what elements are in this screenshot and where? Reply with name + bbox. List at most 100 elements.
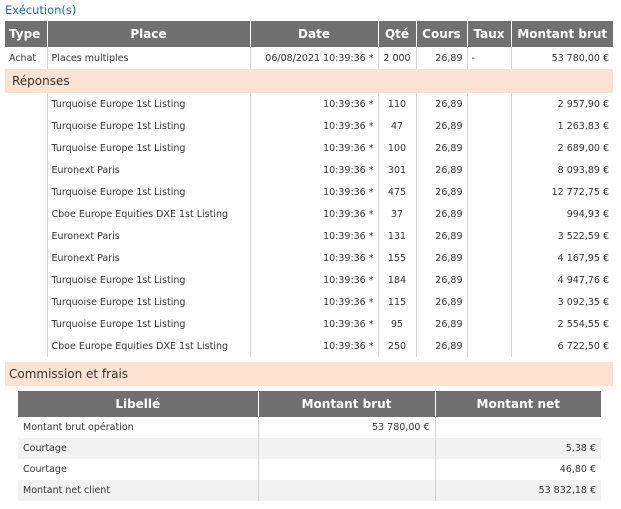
cell-place: Places multiples [46, 47, 250, 69]
cell-place: Turquoise Europe 1st Listing [46, 269, 250, 291]
cell-place: Turquoise Europe 1st Listing [46, 181, 250, 203]
cell-amount: 2 957,90 € [510, 93, 613, 115]
fees-cell-net: 46,80 € [434, 459, 601, 480]
fees-cell-net [434, 417, 601, 438]
fees-col-header-gross: Montant brut [258, 391, 436, 417]
cell-qty: 131 [377, 225, 416, 247]
cell-type [5, 313, 47, 335]
fees-cell-net: 53 832,18 € [434, 480, 601, 501]
responses-section-row: Réponses [5, 69, 613, 93]
response-row: Cboe Europe Equities DXE 1st Listing 10:3… [5, 335, 613, 357]
cell-price: 26,89 [415, 247, 467, 269]
cell-place: Turquoise Europe 1st Listing [46, 291, 250, 313]
cell-time: 10:39:36 * [249, 335, 378, 357]
cell-amount: 12 772,75 € [510, 181, 613, 203]
fees-cell-gross: 53 780,00 € [257, 417, 435, 438]
col-header-rate[interactable]: Taux [467, 21, 512, 47]
cell-amount: 3 092,35 € [510, 291, 613, 313]
cell-time: 10:39:36 * [249, 247, 378, 269]
cell-type [5, 225, 47, 247]
cell-qty: 95 [377, 313, 416, 335]
cell-rate [466, 247, 511, 269]
cell-time: 10:39:36 * [249, 225, 378, 247]
execution-table: Type Place Date Qté Cours Taux Montant b… [5, 21, 613, 357]
cell-type [5, 247, 47, 269]
fees-cell-gross [257, 459, 435, 480]
col-header-price[interactable]: Cours [416, 21, 468, 47]
col-header-date[interactable]: Date [250, 21, 379, 47]
response-row: Euronext Paris 10:39:36 * 155 26,89 4 167,95… [5, 247, 613, 269]
fees-row: Montant brut opération 53 780,00 € [18, 417, 601, 438]
cell-time: 10:39:36 * [249, 181, 378, 203]
cell-type [5, 269, 47, 291]
col-header-gross-amount[interactable]: Montant brut [511, 21, 613, 47]
cell-amount: 3 522,59 € [510, 225, 613, 247]
cell-time: 10:39:36 * [249, 313, 378, 335]
fees-cell-gross [257, 438, 435, 459]
cell-time: 10:39:36 * [249, 203, 378, 225]
cell-qty: 2 000 [377, 47, 416, 69]
cell-amount: 4 167,95 € [510, 247, 613, 269]
cell-time: 10:39:36 * [249, 159, 378, 181]
cell-rate [466, 291, 511, 313]
cell-place: Turquoise Europe 1st Listing [46, 313, 250, 335]
cell-price: 26,89 [415, 181, 467, 203]
fees-cell-label: Montant brut opération [23, 422, 134, 433]
response-row: Turquoise Europe 1st Listing 10:39:36 * 11… [5, 291, 613, 313]
cell-place: Turquoise Europe 1st Listing [46, 137, 250, 159]
fees-cell-gross [257, 480, 435, 501]
cell-price: 26,89 [415, 313, 467, 335]
fees-row: Montant net client 53 832,18 € [18, 480, 601, 501]
cell-price: 26,89 [415, 47, 467, 69]
execution-table-header: Type Place Date Qté Cours Taux Montant b… [5, 21, 613, 47]
cell-qty: 155 [377, 247, 416, 269]
cell-qty: 250 [377, 335, 416, 357]
fees-section-band: Commission et frais [5, 362, 613, 386]
cell-amount: 2 689,00 € [510, 137, 613, 159]
fees-cell-label: Montant net client [18, 480, 258, 501]
cell-price: 26,89 [415, 291, 467, 313]
cell-rate [466, 203, 511, 225]
fees-cell-net: 5,38 € [434, 438, 601, 459]
cell-time: 10:39:36 * [249, 137, 378, 159]
cell-amount: 1 263,83 € [510, 115, 613, 137]
cell-price: 26,89 [415, 115, 467, 137]
cell-qty: 100 [377, 137, 416, 159]
cell-rate [466, 335, 511, 357]
cell-rate [466, 269, 511, 291]
cell-rate [466, 225, 511, 247]
fees-cell-label: Courtage [23, 464, 67, 475]
fees-table: Libellé Montant brut Montant net Montant… [18, 391, 601, 501]
response-row: Euronext Paris 10:39:36 * 131 26,89 3 522,59… [5, 225, 613, 247]
cell-amount: 2 554,55 € [510, 313, 613, 335]
cell-place: Euronext Paris [46, 225, 250, 247]
col-header-place[interactable]: Place [47, 21, 251, 47]
cell-price: 26,89 [415, 335, 467, 357]
response-row: Euronext Paris 10:39:36 * 301 26,89 8 093,89… [5, 159, 613, 181]
cell-date: 06/08/2021 10:39:36 * [249, 47, 378, 69]
cell-time: 10:39:36 * [249, 269, 378, 291]
cell-amount: 4 947,76 € [510, 269, 613, 291]
section-title-executions: Exécution(s) [5, 3, 77, 17]
cell-qty: 47 [377, 115, 416, 137]
col-header-type[interactable]: Type [5, 21, 48, 47]
responses-label: Réponses [5, 69, 613, 93]
cell-place: Cboe Europe Equities DXE 1st Listing [46, 335, 250, 357]
cell-rate [466, 313, 511, 335]
cell-qty: 184 [377, 269, 416, 291]
cell-rate [466, 115, 511, 137]
cell-type [5, 181, 47, 203]
cell-rate [466, 159, 511, 181]
cell-rate [466, 93, 511, 115]
cell-place: Turquoise Europe 1st Listing [46, 115, 250, 137]
cell-price: 26,89 [415, 159, 467, 181]
fees-row: Courtage 5,38 € [18, 438, 601, 459]
response-row: Turquoise Europe 1st Listing 10:39:36 * 10… [5, 137, 613, 159]
cell-qty: 475 [377, 181, 416, 203]
cell-price: 26,89 [415, 225, 467, 247]
response-row: Cboe Europe Equities DXE 1st Listing 10:3… [5, 203, 613, 225]
col-header-qty[interactable]: Qté [378, 21, 417, 47]
cell-qty: 37 [377, 203, 416, 225]
cell-time: 10:39:36 * [249, 115, 378, 137]
cell-time: 10:39:36 * [249, 291, 378, 313]
